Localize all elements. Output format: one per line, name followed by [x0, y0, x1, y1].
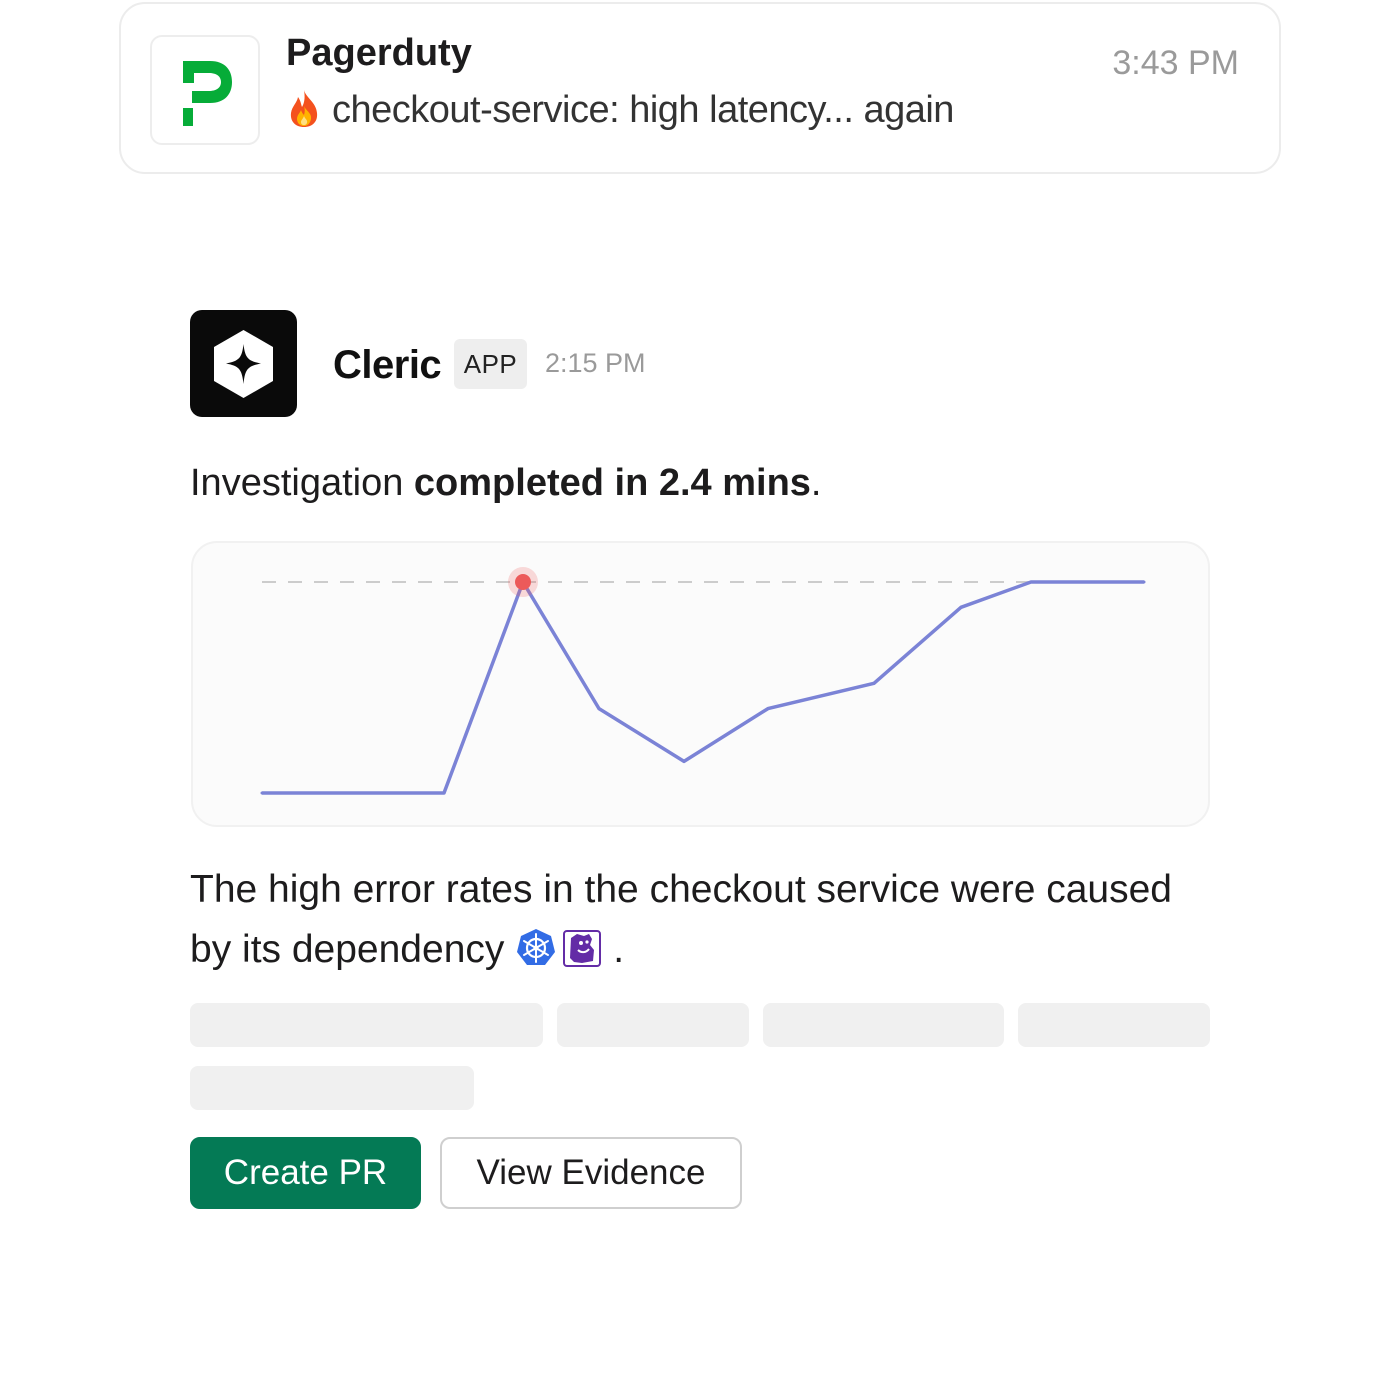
- fire-emoji-icon: [286, 88, 322, 128]
- data-point: [442, 791, 446, 795]
- peak-marker[interactable]: [515, 574, 531, 590]
- data-point: [1091, 580, 1095, 584]
- latency-chart-svg: [260, 567, 1146, 795]
- view-evidence-button[interactable]: View Evidence: [440, 1137, 742, 1209]
- sender-name[interactable]: Cleric: [333, 343, 442, 388]
- summary-prefix: Investigation: [190, 462, 414, 504]
- skeleton-placeholder: [1018, 1003, 1210, 1047]
- skeleton-placeholder: [190, 1066, 474, 1110]
- notification-app-name: Pagerduty: [286, 32, 472, 74]
- slack-thread: Pagerduty checkout-service: high latency…: [0, 0, 1400, 1400]
- create-pr-button[interactable]: Create PR: [190, 1137, 421, 1209]
- app-badge: APP: [454, 339, 527, 389]
- notification-message-text: checkout-service: high latency... again: [332, 89, 954, 131]
- notification-timestamp: 3:43 PM: [1112, 44, 1239, 82]
- explanation-text: The high error rates in the checkout ser…: [190, 868, 1172, 971]
- datadog-icon[interactable]: [562, 926, 602, 967]
- data-point: [597, 707, 601, 711]
- investigation-summary: Investigation completed in 2.4 mins.: [190, 462, 821, 505]
- pagerduty-logo-icon: [150, 35, 260, 145]
- root-cause-explanation: The high error rates in the checkout ser…: [190, 860, 1220, 980]
- data-point: [766, 707, 770, 711]
- message-timestamp[interactable]: 2:15 PM: [545, 348, 646, 379]
- latency-series-line: [262, 580, 1144, 795]
- data-point: [260, 791, 264, 795]
- data-point: [682, 759, 686, 763]
- data-point: [872, 681, 876, 685]
- notification-message: checkout-service: high latency... again: [286, 88, 954, 132]
- skeleton-placeholder: [190, 1003, 543, 1047]
- skeleton-placeholder: [557, 1003, 749, 1047]
- summary-suffix: .: [810, 462, 822, 504]
- data-point: [1029, 580, 1033, 584]
- pagerduty-notification[interactable]: Pagerduty checkout-service: high latency…: [119, 2, 1281, 174]
- data-point: [1142, 580, 1146, 584]
- explanation-suffix: .: [613, 928, 625, 971]
- kubernetes-icon[interactable]: [516, 926, 556, 966]
- latency-chart: [191, 541, 1210, 827]
- cleric-avatar-icon[interactable]: [190, 310, 297, 417]
- summary-bold: completed in 2.4 mins: [413, 462, 811, 504]
- data-point: [959, 605, 963, 609]
- skeleton-placeholder: [763, 1003, 1004, 1047]
